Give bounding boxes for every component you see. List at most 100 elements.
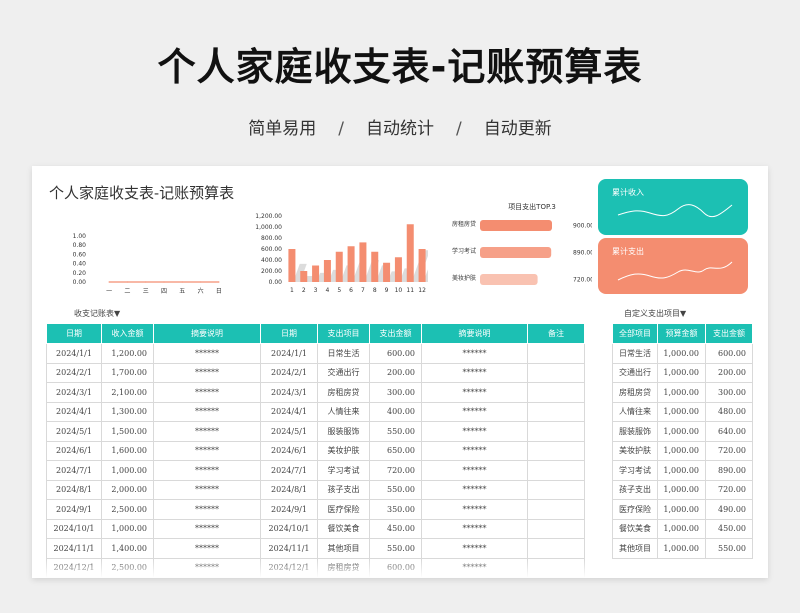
ledger-cell[interactable] xyxy=(527,421,585,442)
budget-cell[interactable]: 日常生活 xyxy=(612,343,658,364)
budget-cell[interactable]: 1,000.00 xyxy=(657,499,706,520)
ledger-cell[interactable]: ****** xyxy=(421,440,528,461)
ledger-cell[interactable]: 350.00 xyxy=(369,499,422,520)
ledger-cell[interactable]: 2024/5/1 xyxy=(260,421,318,442)
ledger-cell[interactable] xyxy=(527,518,585,539)
ledger-cell[interactable]: 600.00 xyxy=(369,557,422,578)
ledger-cell[interactable]: 2024/11/1 xyxy=(46,538,102,559)
ledger-cell[interactable]: 2024/4/1 xyxy=(260,401,318,422)
ledger-cell[interactable]: 1,500.00 xyxy=(101,421,154,442)
ledger-cell[interactable]: 2024/5/1 xyxy=(46,421,102,442)
ledger-cell[interactable]: 2024/12/1 xyxy=(46,557,102,578)
budget-cell[interactable]: 480.00 xyxy=(705,401,753,422)
budget-cell[interactable]: 学习考试 xyxy=(612,460,658,481)
budget-cell[interactable]: 1,000.00 xyxy=(657,343,706,364)
ledger-cell[interactable]: 2024/1/1 xyxy=(260,343,318,364)
ledger-cell[interactable]: 2024/12/1 xyxy=(260,557,318,578)
ledger-cell[interactable]: 550.00 xyxy=(369,538,422,559)
budget-cell[interactable]: 300.00 xyxy=(705,382,753,403)
custom-items-caption[interactable]: 自定义支出项目▼ xyxy=(624,308,686,319)
budget-cell[interactable]: 1,000.00 xyxy=(657,421,706,442)
ledger-cell[interactable]: 2024/8/1 xyxy=(260,479,318,500)
ledger-cell[interactable]: ****** xyxy=(421,499,528,520)
budget-cell[interactable]: 200.00 xyxy=(705,362,753,383)
ledger-cell[interactable]: 房租房贷 xyxy=(317,557,370,578)
ledger-cell[interactable]: ****** xyxy=(153,421,261,442)
budget-cell[interactable]: 人情往来 xyxy=(612,401,658,422)
budget-cell[interactable]: 550.00 xyxy=(705,538,753,559)
budget-cell[interactable]: 1,000.00 xyxy=(657,440,706,461)
ledger-cell[interactable]: 2024/6/1 xyxy=(46,440,102,461)
ledger-cell[interactable]: 2,000.00 xyxy=(101,479,154,500)
ledger-cell[interactable]: 1,000.00 xyxy=(101,518,154,539)
budget-cell[interactable]: 交通出行 xyxy=(612,362,658,383)
budget-cell[interactable]: 450.00 xyxy=(705,518,753,539)
budget-cell[interactable]: 600.00 xyxy=(705,343,753,364)
budget-cell[interactable]: 1,000.00 xyxy=(657,401,706,422)
budget-cell[interactable]: 1,000.00 xyxy=(657,518,706,539)
ledger-cell[interactable] xyxy=(527,538,585,559)
ledger-cell[interactable]: ****** xyxy=(421,401,528,422)
ledger-cell[interactable]: 2024/2/1 xyxy=(46,362,102,383)
ledger-caption[interactable]: 收支记账表▼ xyxy=(74,308,120,319)
ledger-cell[interactable] xyxy=(527,460,585,481)
ledger-cell[interactable]: ****** xyxy=(421,479,528,500)
ledger-cell[interactable]: 2024/3/1 xyxy=(260,382,318,403)
ledger-cell[interactable]: ****** xyxy=(153,382,261,403)
ledger-cell[interactable]: ****** xyxy=(421,362,528,383)
ledger-cell[interactable]: ****** xyxy=(153,460,261,481)
ledger-cell[interactable]: 1,400.00 xyxy=(101,538,154,559)
ledger-cell[interactable]: ****** xyxy=(421,460,528,481)
ledger-cell[interactable]: 600.00 xyxy=(369,343,422,364)
ledger-cell[interactable]: 1,000.00 xyxy=(101,460,154,481)
ledger-cell[interactable]: ****** xyxy=(153,343,261,364)
ledger-cell[interactable]: 550.00 xyxy=(369,479,422,500)
ledger-cell[interactable]: 650.00 xyxy=(369,440,422,461)
ledger-cell[interactable]: ****** xyxy=(153,479,261,500)
budget-cell[interactable]: 服装服饰 xyxy=(612,421,658,442)
ledger-cell[interactable]: 孩子支出 xyxy=(317,479,370,500)
ledger-cell[interactable]: ****** xyxy=(153,362,261,383)
ledger-cell[interactable]: 550.00 xyxy=(369,421,422,442)
ledger-cell[interactable]: 医疗保险 xyxy=(317,499,370,520)
ledger-cell[interactable] xyxy=(527,499,585,520)
ledger-cell[interactable]: ****** xyxy=(153,518,261,539)
ledger-cell[interactable]: 2024/7/1 xyxy=(46,460,102,481)
ledger-cell[interactable]: 学习考试 xyxy=(317,460,370,481)
ledger-cell[interactable]: ****** xyxy=(153,557,261,578)
ledger-cell[interactable]: ****** xyxy=(153,499,261,520)
ledger-cell[interactable]: 2024/6/1 xyxy=(260,440,318,461)
budget-cell[interactable]: 1,000.00 xyxy=(657,382,706,403)
budget-cell[interactable]: 1,000.00 xyxy=(657,362,706,383)
ledger-cell[interactable]: 200.00 xyxy=(369,362,422,383)
ledger-cell[interactable]: 交通出行 xyxy=(317,362,370,383)
budget-cell[interactable]: 720.00 xyxy=(705,479,753,500)
ledger-cell[interactable]: ****** xyxy=(421,557,528,578)
ledger-cell[interactable]: 2024/7/1 xyxy=(260,460,318,481)
ledger-cell[interactable]: 其他项目 xyxy=(317,538,370,559)
ledger-cell[interactable] xyxy=(527,479,585,500)
ledger-cell[interactable]: 2024/3/1 xyxy=(46,382,102,403)
ledger-cell[interactable]: ****** xyxy=(421,518,528,539)
ledger-cell[interactable]: 1,300.00 xyxy=(101,401,154,422)
budget-cell[interactable]: 1,000.00 xyxy=(657,479,706,500)
ledger-cell[interactable]: 日常生活 xyxy=(317,343,370,364)
budget-cell[interactable]: 孩子支出 xyxy=(612,479,658,500)
budget-cell[interactable]: 其他项目 xyxy=(612,538,658,559)
ledger-cell[interactable]: 人情往来 xyxy=(317,401,370,422)
ledger-cell[interactable] xyxy=(527,362,585,383)
ledger-cell[interactable]: ****** xyxy=(421,421,528,442)
ledger-cell[interactable]: 2024/11/1 xyxy=(260,538,318,559)
budget-cell[interactable]: 640.00 xyxy=(705,421,753,442)
ledger-cell[interactable]: ****** xyxy=(153,401,261,422)
ledger-cell[interactable] xyxy=(527,557,585,578)
ledger-cell[interactable]: 2024/1/1 xyxy=(46,343,102,364)
ledger-cell[interactable]: 2024/2/1 xyxy=(260,362,318,383)
ledger-cell[interactable]: ****** xyxy=(421,343,528,364)
ledger-cell[interactable]: 300.00 xyxy=(369,382,422,403)
budget-cell[interactable]: 美妆护肤 xyxy=(612,440,658,461)
ledger-cell[interactable]: 450.00 xyxy=(369,518,422,539)
budget-cell[interactable]: 1,000.00 xyxy=(657,460,706,481)
ledger-cell[interactable]: 720.00 xyxy=(369,460,422,481)
ledger-cell[interactable]: 1,700.00 xyxy=(101,362,154,383)
